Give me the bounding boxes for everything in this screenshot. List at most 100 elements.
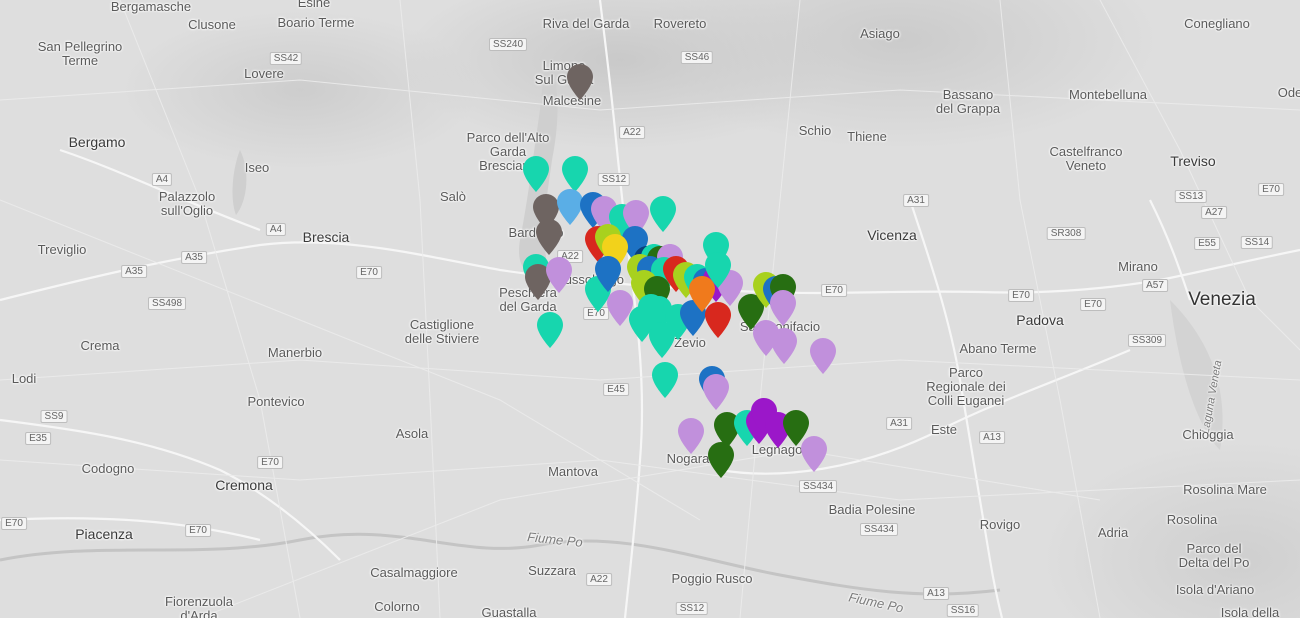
shield-e35: E35 (25, 432, 51, 445)
shield-a4-central: A4 (265, 223, 287, 236)
map-marker-teal[interactable] (638, 294, 664, 330)
label-badia-polesine: Badia Polesine (828, 502, 916, 517)
label-rovereto: Rovereto (653, 16, 707, 31)
map-marker-lavender[interactable] (678, 418, 704, 454)
shield-ss14: SS14 (1240, 236, 1274, 249)
shield-e55: E55 (1194, 237, 1220, 250)
label-codogno: Codogno (81, 461, 135, 476)
shield-e70-vr: E70 (1080, 298, 1106, 311)
shield-a27: A27 (1201, 206, 1227, 219)
shield-ss13: SS13 (1174, 190, 1208, 203)
label-san-pellegrino: San Pellegrino Terme (37, 39, 123, 68)
map-marker-lavender[interactable] (771, 328, 797, 364)
shield-a13-north: A13 (979, 431, 1005, 444)
shield-a4-west: A4 (151, 173, 173, 186)
map-marker-teal[interactable] (652, 362, 678, 398)
map-marker-blue[interactable] (595, 256, 621, 292)
shield-ss309: SS309 (1127, 334, 1167, 347)
label-fiorenzuola: Fiorenzuola d'Arda (165, 594, 233, 618)
label-adria: Adria (1097, 525, 1129, 540)
shield-sr308: SR308 (1046, 227, 1086, 240)
map-marker-lavender[interactable] (801, 436, 827, 472)
map-marker-red[interactable] (705, 302, 731, 338)
label-cremona: Cremona (215, 477, 273, 493)
shield-e70-west: E70 (1, 517, 27, 530)
shield-a31-south: A31 (886, 417, 912, 430)
shield-ss16: SS16 (946, 604, 980, 617)
shield-ss42: SS42 (269, 52, 303, 65)
map-marker-teal[interactable] (562, 156, 588, 192)
label-casalmaggiore: Casalmaggiore (370, 565, 458, 580)
label-abano: Abano Terme (959, 341, 1037, 356)
label-montebelluna: Montebelluna (1068, 87, 1148, 102)
map-marker-teal[interactable] (650, 196, 676, 232)
label-iseo: Iseo (244, 160, 270, 175)
label-castelfranco: Castelfranco Veneto (1049, 144, 1123, 173)
label-suzzara: Suzzara (528, 563, 576, 578)
label-treviglio: Treviglio (37, 242, 87, 257)
label-delta-po: Parco del Delta del Po (1178, 541, 1250, 570)
map-marker-lavender[interactable] (703, 374, 729, 410)
label-isola-dariano: Isola d'Ariano (1175, 582, 1255, 597)
river-po (0, 532, 1001, 596)
shield-a22-north: A22 (619, 126, 645, 139)
shield-ss46: SS46 (680, 51, 714, 64)
label-salo: Salò (439, 189, 467, 204)
label-schio: Schio (798, 123, 832, 138)
label-nogara: Nogara (666, 451, 710, 466)
label-treviso: Treviso (1170, 153, 1216, 169)
map-marker-teal[interactable] (537, 312, 563, 348)
label-clusone: Clusone (188, 17, 236, 32)
shield-e70-ne: E70 (1258, 183, 1284, 196)
label-piacenza: Piacenza (75, 526, 133, 542)
label-poggio-rusco: Poggio Rusco (671, 571, 753, 586)
label-asola: Asola (395, 426, 429, 441)
shield-ss498: SS498 (147, 297, 187, 310)
map-marker-teal[interactable] (523, 156, 549, 192)
label-manerbio: Manerbio (267, 345, 323, 360)
map-marker-darkgreen[interactable] (708, 442, 734, 478)
shield-ss434: SS434 (798, 480, 838, 493)
label-lovere: Lovere (244, 66, 284, 81)
label-mantova: Mantova (548, 464, 598, 479)
label-ode: Ode (1277, 85, 1300, 100)
map-canvas[interactable]: Bergamasche Esine Clusone Boario Terme R… (0, 0, 1300, 618)
label-pontevico: Pontevico (247, 394, 305, 409)
label-thiene: Thiene (847, 129, 887, 144)
shield-a31-north: A31 (903, 194, 929, 207)
shield-a22-south: A22 (586, 573, 612, 586)
map-marker-lavender[interactable] (546, 257, 572, 293)
label-esine: Esine (297, 0, 331, 10)
label-conegliano: Conegliano (1184, 16, 1250, 31)
label-crema: Crema (80, 338, 120, 353)
label-chioggia: Chioggia (1182, 427, 1234, 442)
map-marker-lavender[interactable] (810, 338, 836, 374)
label-colorno: Colorno (374, 599, 420, 614)
map-marker-brown[interactable] (567, 64, 593, 100)
label-este: Este (930, 422, 958, 437)
label-castiglione: Castiglione delle Stiviere (404, 317, 480, 346)
label-rovigo: Rovigo (979, 517, 1021, 532)
label-rosolina: Rosolina (1166, 512, 1218, 527)
shield-e70-padova: E70 (1008, 289, 1034, 302)
label-isola-della: Isola della (1220, 605, 1280, 618)
label-lodi: Lodi (11, 371, 37, 386)
label-vicenza: Vicenza (867, 227, 917, 243)
shield-ss434-b: SS434 (859, 523, 899, 536)
label-mirano: Mirano (1118, 259, 1158, 274)
shield-ss240: SS240 (488, 38, 528, 51)
label-boario-terme: Boario Terme (277, 15, 355, 30)
label-padova: Padova (1016, 312, 1064, 328)
shield-a57: A57 (1142, 279, 1168, 292)
label-riva-del-garda: Riva del Garda (542, 16, 630, 31)
shield-e70-central: E70 (356, 266, 382, 279)
label-guastalla: Guastalla (481, 605, 537, 618)
label-asiago: Asiago (860, 26, 900, 41)
shield-a13-south: A13 (923, 587, 949, 600)
shield-ss12-south: SS12 (675, 602, 709, 615)
label-bergamasche: Bergamasche (110, 0, 192, 14)
label-brescia: Brescia (302, 229, 350, 245)
shield-e45: E45 (603, 383, 629, 396)
label-bassano: Bassano del Grappa (935, 87, 1001, 116)
shield-a35: A35 (181, 251, 207, 264)
